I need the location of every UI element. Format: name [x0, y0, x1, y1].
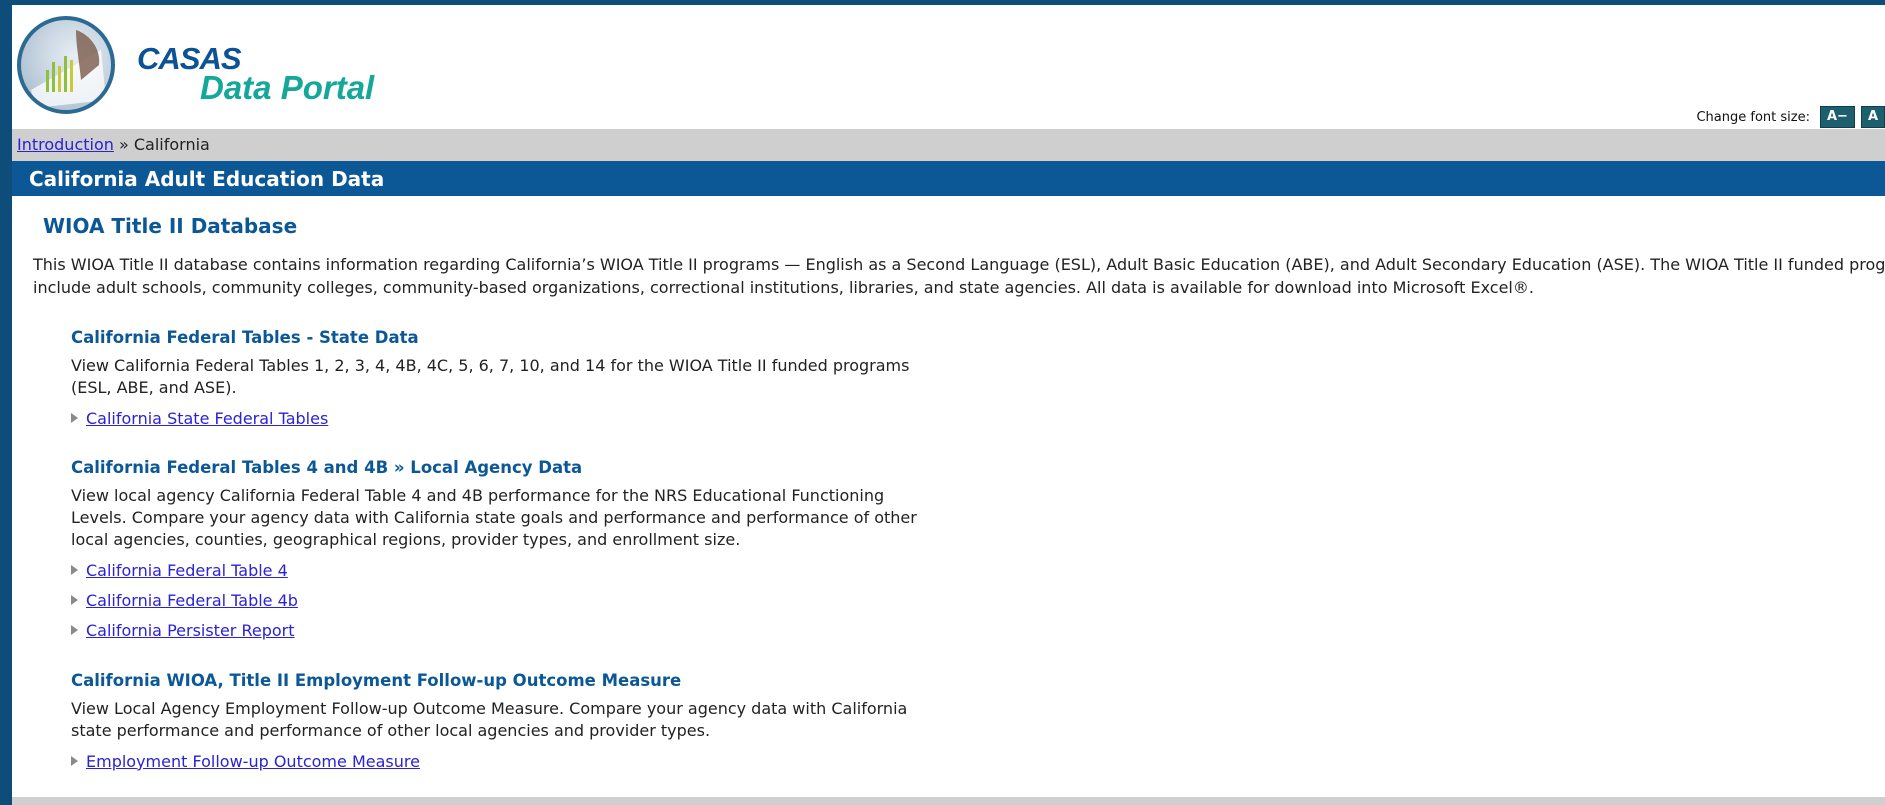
database-heading: WIOA Title II Database — [43, 214, 298, 238]
triangle-bullet-icon — [71, 565, 78, 575]
link-item: California Persister Report — [71, 619, 951, 641]
triangle-bullet-icon — [71, 595, 78, 605]
bar-chart-icon — [31, 30, 106, 108]
federal-table-4b-link[interactable]: California Federal Table 4b — [86, 591, 298, 610]
section-title: California Federal Tables - State Data — [71, 328, 419, 347]
footer-bar — [12, 797, 1885, 805]
federal-table-4-link[interactable]: California Federal Table 4 — [86, 561, 288, 580]
section-description: View local agency California Federal Tab… — [71, 486, 917, 549]
section-title: California WIOA, Title II Employment Fol… — [71, 671, 682, 690]
section-local-agency-data: California Federal Tables 4 and 4B » Loc… — [71, 458, 951, 641]
logo-image[interactable] — [17, 16, 115, 114]
section-description: View Local Agency Employment Follow-up O… — [71, 699, 908, 740]
intro-paragraph: This WIOA Title II database contains inf… — [33, 255, 1885, 297]
increase-font-button[interactable]: A — [1860, 106, 1885, 128]
breadcrumb: Introduction » California — [12, 129, 1885, 161]
breadcrumb-introduction-link[interactable]: Introduction — [17, 135, 114, 154]
page-title-bar: California Adult Education Data — [12, 161, 1885, 196]
breadcrumb-current: California — [133, 135, 210, 154]
employment-outcome-link[interactable]: Employment Follow-up Outcome Measure — [86, 752, 420, 771]
site-header: CASAS Data Portal Change font size: A− A — [12, 5, 1885, 129]
link-item: California Federal Table 4 — [71, 559, 951, 581]
breadcrumb-separator: » — [118, 135, 129, 154]
link-item: California State Federal Tables — [71, 407, 951, 429]
state-federal-tables-link[interactable]: California State Federal Tables — [86, 409, 328, 428]
section-title: California Federal Tables 4 and 4B » Loc… — [71, 458, 583, 477]
font-size-control: Change font size: A− A — [1696, 106, 1885, 128]
page-title: California Adult Education Data — [29, 167, 385, 191]
link-item: California Federal Table 4b — [71, 589, 951, 611]
decrease-font-button[interactable]: A− — [1819, 106, 1855, 128]
triangle-bullet-icon — [71, 625, 78, 635]
logo-data-portal-text: Data Portal — [200, 69, 375, 106]
font-size-label: Change font size: — [1696, 109, 1810, 125]
section-state-data: California Federal Tables - State Data V… — [71, 328, 951, 429]
page: CASAS Data Portal Change font size: A− A… — [12, 5, 1885, 805]
link-item: Employment Follow-up Outcome Measure — [71, 750, 951, 772]
triangle-bullet-icon — [71, 413, 78, 423]
section-description: View California Federal Tables 1, 2, 3, … — [71, 356, 910, 397]
triangle-bullet-icon — [71, 756, 78, 766]
persister-report-link[interactable]: California Persister Report — [86, 621, 295, 640]
section-employment-outcome: California WIOA, Title II Employment Fol… — [71, 671, 951, 772]
